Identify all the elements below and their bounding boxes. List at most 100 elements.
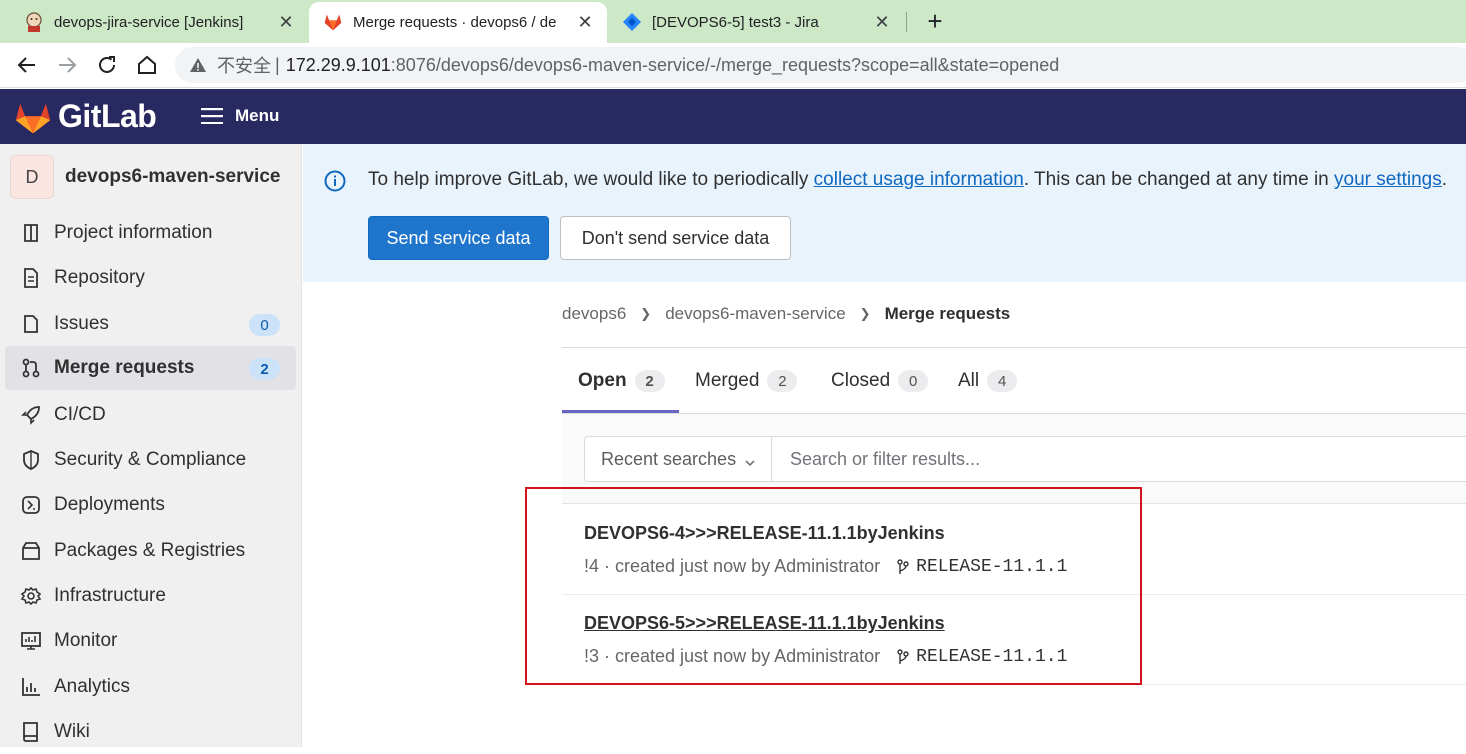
tab-count-badge: 2 (634, 370, 665, 392)
tab-open[interactable]: Open 2 (578, 370, 665, 392)
banner-text-before: To help improve GitLab, we would like to… (368, 169, 814, 190)
close-icon[interactable]: ✕ (872, 12, 892, 32)
tab-divider (906, 12, 907, 32)
sidebar-item-monitor[interactable]: Monitor (5, 619, 296, 663)
sidebar-item-analytics[interactable]: Analytics (5, 665, 296, 709)
browser-tab-jenkins[interactable]: devops-jira-service [Jenkins] ✕ (0, 2, 308, 43)
browser-tab-strip: devops-jira-service [Jenkins] ✕ Merge re… (0, 0, 1466, 43)
address-separator: | (275, 54, 280, 75)
document-icon (20, 267, 42, 289)
tab-merged[interactable]: Merged 2 (695, 370, 798, 392)
sidebar-item-security-compliance[interactable]: Security & Compliance (5, 438, 296, 482)
tab-closed[interactable]: Closed 0 (831, 370, 929, 392)
chevron-down-icon (744, 453, 756, 467)
breadcrumb-item-project[interactable]: devops6-maven-service (665, 304, 845, 324)
sidebar-item-label: Monitor (54, 630, 118, 651)
gitlab-wordmark[interactable]: GitLab (58, 98, 157, 135)
project-header[interactable]: D devops6-maven-service (10, 155, 280, 199)
shield-icon (20, 449, 42, 471)
browser-toolbar: 不安全 | 172.29.9.101 :8076/devops6/devops6… (0, 43, 1466, 88)
sidebar-item-label: Repository (54, 267, 145, 288)
merge-requests-count-badge: 2 (249, 358, 280, 380)
back-arrow-icon[interactable] (15, 53, 39, 77)
usage-data-banner: To help improve GitLab, we would like to… (303, 144, 1466, 282)
sidebar: D devops6-maven-service Project informat… (0, 144, 302, 747)
merge-request-icon (20, 357, 42, 379)
jenkins-icon (24, 12, 44, 32)
sidebar-item-label: Security & Compliance (54, 449, 247, 470)
divider (562, 347, 1466, 348)
sidebar-item-label: Analytics (54, 676, 131, 697)
sidebar-item-cicd[interactable]: CI/CD (5, 393, 296, 437)
menu-button[interactable]: Menu (201, 106, 279, 126)
search-input[interactable] (773, 437, 1466, 481)
sidebar-item-deployments[interactable]: Deployments (5, 483, 296, 527)
gitlab-logo-icon[interactable] (14, 99, 52, 140)
monitor-icon (20, 630, 42, 652)
home-icon[interactable] (135, 53, 159, 77)
filtered-search-box: Recent searches (584, 436, 1466, 482)
sidebar-item-merge-requests[interactable]: Merge requests 2 (5, 346, 296, 390)
browser-tab-title: [DEVOPS6-5] test3 - Jira (652, 14, 819, 31)
sidebar-item-issues[interactable]: Issues 0 (5, 302, 296, 346)
jira-icon (622, 12, 642, 32)
tab-count-badge: 0 (898, 370, 929, 392)
breadcrumb-item-current[interactable]: Merge requests (885, 304, 1011, 324)
issues-icon (20, 313, 42, 335)
browser-tab-title: Merge requests · devops6 / de (353, 14, 557, 31)
chevron-right-icon: ❯ (859, 306, 871, 321)
menu-label: Menu (235, 106, 280, 125)
browser-tab-jira[interactable]: [DEVOPS6-5] test3 - Jira ✕ (608, 2, 904, 43)
sidebar-item-repository[interactable]: Repository (5, 256, 296, 300)
sidebar-item-label: Deployments (54, 494, 165, 515)
url-host: 172.29.9.101 (285, 54, 391, 75)
collect-usage-link[interactable]: collect usage information (814, 169, 1024, 190)
url-path: :8076/devops6/devops6-maven-service/-/me… (390, 54, 1060, 75)
reload-icon[interactable] (95, 53, 119, 77)
forward-arrow-icon[interactable] (55, 53, 79, 77)
sidebar-item-label: CI/CD (54, 404, 106, 425)
close-icon[interactable]: ✕ (575, 12, 595, 32)
sidebar-item-project-information[interactable]: Project information (5, 211, 296, 255)
banner-text-after: . (1441, 169, 1448, 190)
warning-icon (189, 56, 207, 74)
sidebar-item-packages-registries[interactable]: Packages & Registries (5, 529, 296, 573)
project-avatar: D (10, 155, 54, 199)
book-icon (20, 721, 42, 743)
deployments-icon (20, 494, 42, 516)
tab-count-badge: 2 (767, 370, 798, 392)
dont-send-service-data-button[interactable]: Don't send service data (560, 216, 791, 260)
banner-message: To help improve GitLab, we would like to… (368, 169, 1447, 191)
address-bar[interactable]: 不安全 | 172.29.9.101 :8076/devops6/devops6… (175, 47, 1466, 83)
browser-tab-gitlab[interactable]: Merge requests · devops6 / de ✕ (309, 2, 607, 43)
banner-text-middle: . This can be changed at any time in (1023, 169, 1335, 190)
sidebar-item-label: Issues (54, 313, 109, 334)
chevron-right-icon: ❯ (640, 306, 652, 321)
insecure-label: 不安全 (217, 56, 271, 76)
your-settings-link[interactable]: your settings (1334, 169, 1442, 190)
sidebar-item-label: Project information (54, 222, 213, 243)
annotation-highlight-box (525, 487, 1142, 685)
recent-searches-dropdown[interactable]: Recent searches (585, 437, 772, 481)
info-circle-icon (323, 169, 347, 193)
sidebar-item-wiki[interactable]: Wiki (5, 710, 296, 754)
recent-searches-label: Recent searches (601, 448, 737, 469)
tab-all[interactable]: All 4 (958, 370, 1018, 392)
info-icon (20, 222, 42, 244)
sidebar-item-label: Infrastructure (54, 585, 166, 606)
new-tab-button[interactable]: + (921, 8, 949, 36)
sidebar-item-label: Wiki (54, 721, 90, 742)
browser-tab-title: devops-jira-service [Jenkins] (54, 14, 244, 31)
close-icon[interactable]: ✕ (276, 12, 296, 32)
tab-label: Open (578, 370, 627, 391)
breadcrumb: devops6 ❯ devops6-maven-service ❯ Merge … (562, 304, 1010, 324)
cloud-gear-icon (20, 585, 42, 607)
project-name: devops6-maven-service (65, 166, 281, 187)
sidebar-item-infrastructure[interactable]: Infrastructure (5, 574, 296, 618)
breadcrumb-item-group[interactable]: devops6 (562, 304, 626, 324)
tab-label: Merged (695, 370, 760, 391)
send-service-data-button[interactable]: Send service data (368, 216, 549, 260)
gitlab-icon (323, 12, 343, 32)
issues-count-badge: 0 (249, 314, 280, 336)
tab-label: All (958, 370, 980, 391)
